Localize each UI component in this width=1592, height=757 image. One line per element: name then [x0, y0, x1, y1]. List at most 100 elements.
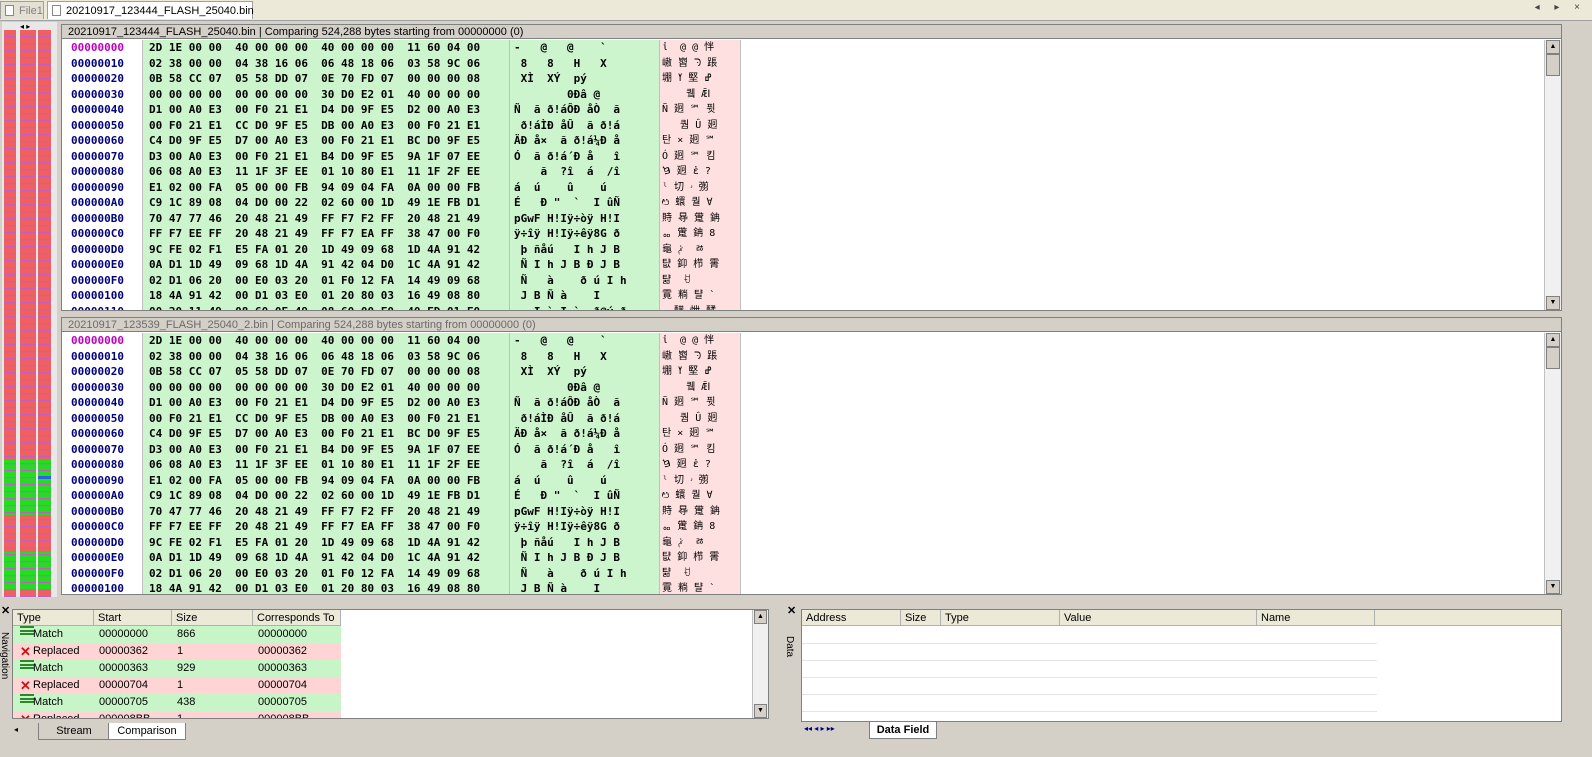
- hex-row-uni[interactable]: 탄 × 㢠 ℠: [660, 133, 740, 149]
- scroll-up-button[interactable]: ▲: [1546, 40, 1560, 54]
- hex-row-ascii[interactable]: ÄÐ å× ã ð!á¼Ð å: [510, 426, 660, 442]
- hex-row-hex[interactable]: C9 1C 89 08 04 D0 00 22 02 60 00 1D 49 1…: [143, 488, 510, 504]
- hex-row-hex[interactable]: 00 00 00 00 00 00 00 00 30 D0 E2 01 40 0…: [143, 380, 510, 396]
- hex-row-hex[interactable]: 2D 1E 00 00 40 00 00 00 40 00 00 00 11 6…: [143, 40, 510, 56]
- hex-row-uni[interactable]: 턂 ꀀ: [660, 273, 740, 289]
- column-header-start[interactable]: Start: [94, 610, 172, 626]
- hex-row-hex[interactable]: 00 F0 21 E1 CC D0 9F E5 DB 00 A0 E3 00 F…: [143, 411, 510, 427]
- tab-file1[interactable]: File1: [0, 1, 44, 19]
- hex-row-uni[interactable]: Ó 㢠 ℠ 킴: [660, 149, 740, 165]
- navigation-side-label[interactable]: Navigation: [0, 632, 10, 679]
- hex-row-hex[interactable]: 18 4A 91 42 00 D1 03 E0 01 20 80 03 16 4…: [143, 581, 510, 594]
- column-header-size[interactable]: Size: [172, 610, 253, 626]
- hex-row-uni[interactable]: Ñ 㢠 ℠ 퓟: [660, 102, 740, 118]
- hex-row-uni[interactable]: ˡ 切 ۥ 彅: [660, 473, 740, 489]
- hex-row-ascii[interactable]: Ñ I h J B Ð J B: [510, 550, 660, 566]
- hex-row-hex[interactable]: 9C FE 02 F1 E5 FA 01 20 1D 49 09 68 1D 4…: [143, 535, 510, 551]
- tab-comparison[interactable]: Comparison: [108, 723, 186, 740]
- hex-row-uni[interactable]: ἰ @ @ 怑: [660, 40, 740, 56]
- hex-row-uni[interactable]: 堋 ߌ 堅 ߝ: [660, 71, 740, 87]
- hex-row-hex[interactable]: 02 38 00 00 04 38 16 06 06 48 18 06 03 5…: [143, 349, 510, 365]
- hex-row-ascii[interactable]: á ú û ú: [510, 473, 660, 489]
- hex-row-uni[interactable]: 䝰 䙷 䠠 䤡: [660, 211, 740, 227]
- hex-row-ascii[interactable]: Ó ã ð!á´Ð å î: [510, 442, 660, 458]
- unicode-column[interactable]: ἰ @ @ 怑㠂 㠄 ᘆ 䠆堋 ߌ 堅 ߝ 퀰 ǢⅠ Ñ 㢠 ℠ 퓟 퀌 Û 㢠탄…: [659, 40, 741, 310]
- navigation-table[interactable]: Type Start Size Corresponds To Match 0000…: [12, 609, 769, 719]
- hex-row-hex[interactable]: FF F7 EE FF 20 48 21 49 FF F7 EA FF 38 4…: [143, 226, 510, 242]
- hex-row-ascii[interactable]: ð!áÌÐ åÛ ã ð!á: [510, 118, 660, 134]
- close-data-icon[interactable]: ✕: [787, 604, 796, 617]
- hex-row-uni[interactable]: 䨘 䊑 턀 ̀: [660, 581, 740, 594]
- hex-row-uni[interactable]: ퟵ 䠠 䤡 8: [660, 519, 740, 535]
- tab-stream[interactable]: Stream: [38, 723, 110, 740]
- hex-row-ascii[interactable]: ð!áÌÐ åÛ ã ð!á: [510, 411, 660, 427]
- left-arrow-icon[interactable]: ◂: [14, 725, 18, 734]
- hex-row-hex[interactable]: 70 47 77 46 20 48 21 49 FF F7 F2 FF 20 4…: [143, 504, 510, 520]
- hex-row-uni[interactable]: ἰ @ @ 怑: [660, 333, 740, 349]
- hex-row-ascii[interactable]: 8 8 H X: [510, 56, 660, 72]
- hex-row-ascii[interactable]: Ñ ã ð!áÔÐ åÒ ã: [510, 102, 660, 118]
- hex-row-ascii[interactable]: ÿ÷îÿ H!Iÿ÷êÿ8G ð: [510, 226, 660, 242]
- scroll-down-button[interactable]: ▼: [754, 704, 767, 718]
- hex-row-uni[interactable]: 턊 䤝 栉 䨝: [660, 257, 740, 273]
- hex-row-hex[interactable]: FF F7 EE FF 20 48 21 49 FF F7 EA FF 38 4…: [143, 519, 510, 535]
- hex-row-hex[interactable]: 06 08 A0 E3 11 1F 3F EE 01 10 80 E1 11 1…: [143, 457, 510, 473]
- column-header-type[interactable]: Type: [13, 610, 94, 626]
- hex-row-ascii[interactable]: - @ @ `: [510, 333, 660, 349]
- hex-row-uni[interactable]: 퀌 Û 㢠: [660, 411, 740, 427]
- hex-row-hex[interactable]: 70 47 77 46 20 48 21 49 FF F7 F2 FF 20 4…: [143, 211, 510, 227]
- hex-row-ascii[interactable]: Ñ I h J B Ð J B: [510, 257, 660, 273]
- hex-row-ascii[interactable]: É Ð " ` I ûÑ: [510, 195, 660, 211]
- hex-row-ascii[interactable]: I ` I ` ð@ý ð: [510, 304, 660, 311]
- hex-row-hex[interactable]: 0B 58 CC 07 05 58 DD 07 0E 70 FD 07 00 0…: [143, 71, 510, 87]
- hex-row-ascii[interactable]: XÌ XÝ pý: [510, 71, 660, 87]
- scroll-up-button[interactable]: ▲: [1546, 333, 1560, 347]
- hex-column[interactable]: 2D 1E 00 00 40 00 00 00 40 00 00 00 11 6…: [142, 333, 510, 594]
- hex-row-uni[interactable]: Ñ 㢠 ℠ 퓟: [660, 395, 740, 411]
- navigation-row[interactable]: ✕Replaced 000008BB 1 000008BB: [13, 711, 341, 718]
- hex-row-hex[interactable]: 0B 58 CC 07 05 58 DD 07 0E 70 FD 07 00 0…: [143, 364, 510, 380]
- hex-row-ascii[interactable]: Ñ à ð ú I h: [510, 273, 660, 289]
- vertical-scrollbar[interactable]: ▲ ▼: [1544, 40, 1561, 310]
- hex-row-ascii[interactable]: þ ñåú I h J B: [510, 242, 660, 258]
- hex-row-uni[interactable]: ˡ 切 ۥ 彅: [660, 180, 740, 196]
- hex-row-hex[interactable]: 00 00 00 00 00 00 00 00 30 D0 E2 01 40 0…: [143, 87, 510, 103]
- hex-row-ascii[interactable]: 8 8 H X: [510, 349, 660, 365]
- hex-row-ascii[interactable]: Ñ à ð ú I h: [510, 566, 660, 582]
- hex-row-ascii[interactable]: J B Ñ à I: [510, 581, 660, 594]
- hex-row-hex[interactable]: 02 38 00 00 04 38 16 06 06 48 18 06 03 5…: [143, 56, 510, 72]
- hex-row-uni[interactable]: 퀌 Û 㢠: [660, 118, 740, 134]
- hex-row-hex[interactable]: 2D 1E 00 00 40 00 00 00 40 00 00 00 11 6…: [143, 333, 510, 349]
- data-side-label[interactable]: Data: [784, 636, 795, 657]
- hex-row-uni[interactable]: 龜 ﰂ ㅀ: [660, 535, 740, 551]
- column-header-value[interactable]: Value: [1060, 610, 1257, 626]
- hex-row-uni[interactable]: 턂 ꀀ: [660, 566, 740, 582]
- hex-row-uni[interactable]: ࠆ 㢠 ἑ ?: [660, 164, 740, 180]
- hex-row-ascii[interactable]: ÿ÷îÿ H!Iÿ÷êÿ8G ð: [510, 519, 660, 535]
- hex-row-ascii[interactable]: ã ?î á /î: [510, 457, 660, 473]
- hex-row-ascii[interactable]: pGwF H!Iÿ÷òÿ H!I: [510, 504, 660, 520]
- navigation-row[interactable]: ✕ Replaced 00000704 1 00000704: [13, 677, 341, 694]
- hex-pane-file-a[interactable]: 20210917_123444_FLASH_25040.bin | Compar…: [61, 24, 1562, 311]
- column-header-type[interactable]: Type: [941, 610, 1060, 626]
- hex-row-uni[interactable]: 䨘 䊑 턀 ̀: [660, 288, 740, 304]
- hex-row-ascii[interactable]: Ó ã ð!á´Ð å î: [510, 149, 660, 165]
- comparison-map[interactable]: ◂ ▸: [2, 22, 57, 597]
- hex-row-uni[interactable]: Ó 㢠 ℠ 킴: [660, 442, 740, 458]
- scroll-thumb[interactable]: [1546, 54, 1560, 76]
- scroll-down-button[interactable]: ▼: [1546, 580, 1560, 594]
- tab-data-field[interactable]: Data Field: [869, 722, 937, 739]
- hex-row-hex[interactable]: D1 00 A0 E3 00 F0 21 E1 D4 D0 9F E5 D2 0…: [143, 395, 510, 411]
- hex-row-uni[interactable]: 퀰 ǢⅠ: [660, 87, 740, 103]
- hex-row-hex[interactable]: 00 20 11 49 08 60 0E 49 08 60 00 F0 40 F…: [143, 304, 510, 311]
- ascii-column[interactable]: - @ @ ` 8 8 H X XÌ XÝ pý 0Ðâ @ Ñ ã ð!áÔÐ…: [509, 333, 660, 594]
- column-header-address[interactable]: Address: [802, 610, 901, 626]
- column-header-name[interactable]: Name: [1257, 610, 1375, 626]
- hex-row-hex[interactable]: C4 D0 9F E5 D7 00 A0 E3 00 F0 21 E1 BC D…: [143, 426, 510, 442]
- navigation-row[interactable]: Match 00000000 866 00000000: [13, 626, 341, 643]
- navigation-row[interactable]: Match 00000363 929 00000363: [13, 660, 341, 677]
- hex-row-hex[interactable]: D3 00 A0 E3 00 F0 21 E1 B4 D0 9F E5 9A 1…: [143, 149, 510, 165]
- hex-row-hex[interactable]: D1 00 A0 E3 00 F0 21 E1 D4 D0 9F E5 D2 0…: [143, 102, 510, 118]
- hex-row-uni[interactable]: 퀰 ǢⅠ: [660, 380, 740, 396]
- hex-row-ascii[interactable]: Ñ ã ð!áÔÐ åÒ ã: [510, 395, 660, 411]
